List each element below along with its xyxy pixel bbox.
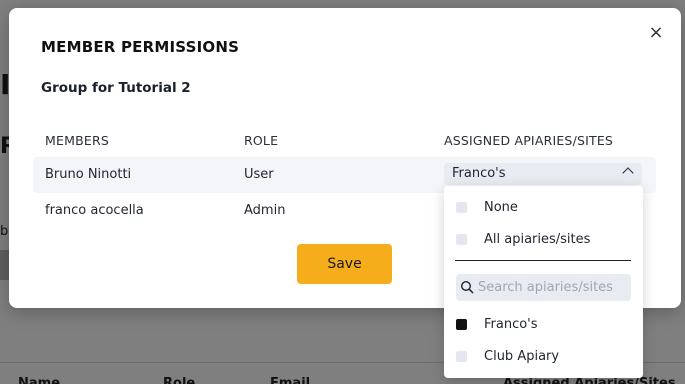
member-name: franco acocella	[45, 203, 144, 218]
option-label: None	[484, 200, 518, 215]
dropdown-option-francos[interactable]: Franco's	[444, 311, 643, 339]
column-header-assigned: ASSIGNED APIARIES/SITES	[444, 133, 614, 148]
column-header-role: ROLE	[244, 133, 279, 148]
modal-title: MEMBER PERMISSIONS	[41, 38, 240, 56]
assigned-sites-dropdown: None All apiaries/sites Franco's Club Ap…	[444, 186, 643, 378]
member-role: Admin	[244, 203, 286, 218]
search-icon	[460, 280, 474, 294]
group-name: Group for Tutorial 2	[41, 80, 191, 96]
option-checkbox[interactable]	[456, 234, 467, 245]
column-header-members: MEMBERS	[45, 133, 109, 148]
dropdown-divider	[455, 260, 631, 261]
member-name: Bruno Ninotti	[45, 167, 132, 182]
site-search-box[interactable]	[456, 274, 631, 301]
option-checkbox[interactable]	[456, 202, 467, 213]
assigned-sites-value: Franco's	[452, 166, 506, 181]
save-button[interactable]: Save	[297, 244, 392, 284]
option-checkbox[interactable]	[456, 351, 467, 362]
option-label: All apiaries/sites	[484, 232, 591, 247]
site-search-input[interactable]	[478, 274, 628, 301]
assigned-sites-select[interactable]: Franco's	[444, 163, 642, 185]
chevron-up-icon	[622, 167, 634, 179]
dropdown-option-club-apiary[interactable]: Club Apiary	[444, 343, 643, 371]
dropdown-option-none[interactable]: None	[444, 194, 643, 222]
dropdown-option-all[interactable]: All apiaries/sites	[444, 226, 643, 254]
member-role: User	[244, 167, 274, 182]
option-label: Club Apiary	[484, 349, 560, 364]
close-icon[interactable]: ×	[646, 23, 666, 43]
option-checkbox-checked[interactable]	[456, 319, 467, 330]
option-label: Franco's	[484, 317, 538, 332]
